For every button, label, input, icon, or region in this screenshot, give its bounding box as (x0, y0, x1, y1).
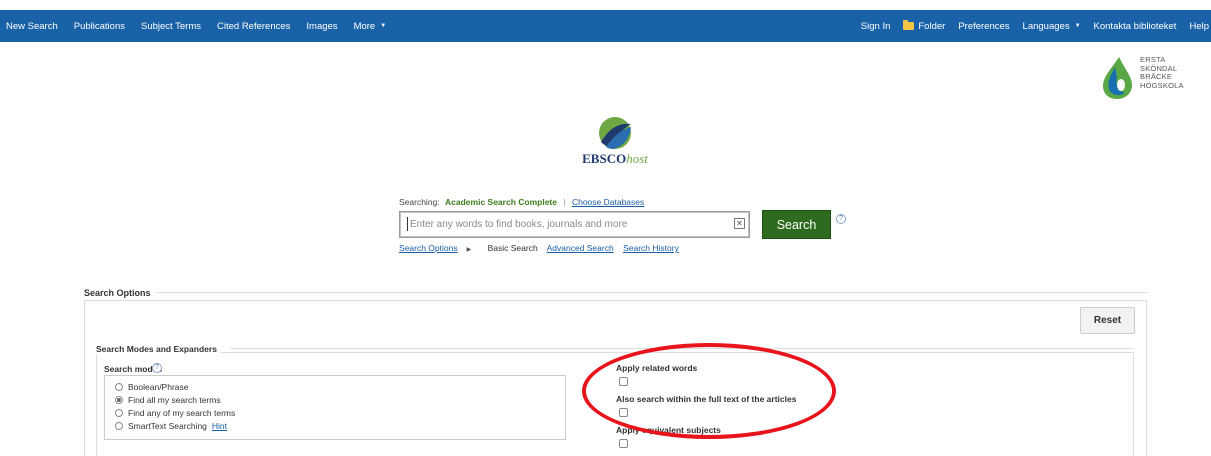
radio-button[interactable] (115, 408, 123, 417)
nav-publications[interactable]: Publications (74, 21, 125, 32)
help-icon[interactable]: ? (152, 363, 162, 373)
radio-label: Find all my search terms (128, 394, 221, 405)
nav-folder[interactable]: Folder (903, 20, 946, 32)
search-mode-find-all[interactable]: Find all my search terms (115, 393, 565, 406)
search-links: Search Options ▶ Basic Search Advanced Se… (399, 243, 686, 253)
institution-line: HÖGSKOLA (1140, 80, 1184, 90)
ebsco-wordmark: EBSCOhost (560, 151, 670, 167)
divider (157, 292, 1147, 293)
basic-search-label: Basic Search (487, 243, 538, 253)
expander-full-text-checkbox[interactable] (619, 408, 628, 417)
expander-equivalent-subjects-checkbox[interactable] (619, 439, 628, 448)
nav-images[interactable]: Images (306, 21, 337, 32)
search-input[interactable] (399, 211, 750, 238)
help-icon[interactable]: ? (836, 214, 846, 224)
close-icon[interactable]: ✕ (734, 218, 745, 229)
search-modes-expanders-title: Search Modes and Expanders (96, 344, 221, 354)
choose-databases-link[interactable]: Choose Databases (572, 197, 644, 207)
nav-preferences[interactable]: Preferences (958, 21, 1009, 32)
top-navigation-bar: New Search Publications Subject Terms Ci… (0, 10, 1211, 42)
searching-label: Searching: (399, 197, 440, 207)
hint-link[interactable]: Hint (212, 421, 227, 431)
expander-equivalent-subjects-label: Apply equivalent subjects (616, 425, 721, 435)
advanced-search-link[interactable]: Advanced Search (547, 243, 614, 253)
nav-cited-references[interactable]: Cited References (217, 21, 290, 32)
separator: | (563, 197, 566, 207)
nav-left: New Search Publications Subject Terms Ci… (0, 10, 386, 42)
nav-help[interactable]: Help (1189, 21, 1209, 32)
expanders-list: Apply related words Also search within t… (616, 363, 796, 456)
nav-sign-in[interactable]: Sign In (861, 21, 891, 32)
expander-full-text-label: Also search within the full text of the … (616, 394, 797, 404)
nav-more[interactable]: More ▼ (354, 21, 387, 32)
searching-line: Searching: Academic Search Complete | Ch… (399, 197, 644, 207)
search-mode-boolean-phrase[interactable]: Boolean/Phrase (115, 380, 565, 393)
search-mode-find-any[interactable]: Find any of my search terms (115, 406, 565, 419)
nav-folder-label: Folder (918, 20, 946, 32)
brand-name-bold: EBSCO (582, 151, 627, 166)
folder-icon (903, 20, 915, 30)
ebsco-logo-icon (599, 117, 631, 149)
chevron-down-icon: ▼ (1074, 23, 1081, 29)
database-name: Academic Search Complete (445, 197, 557, 207)
chevron-right-icon: ▶ (466, 247, 472, 253)
chevron-down-icon: ▼ (380, 23, 387, 29)
expander-related-words-checkbox[interactable] (619, 377, 628, 386)
institution-name: ERSTA SKÖNDAL BRÄCKE HÖGSKOLA (1140, 55, 1184, 90)
radio-button[interactable] (115, 382, 123, 391)
divider (230, 348, 1134, 349)
search-modes-list: Boolean/Phrase Find all my search terms … (104, 375, 566, 440)
radio-label: SmartText Searching (128, 420, 207, 431)
radio-label: Boolean/Phrase (128, 381, 189, 392)
search-options-link[interactable]: Search Options ▶ (399, 243, 478, 253)
expander-related-words-label: Apply related words (616, 363, 698, 373)
brand-name-italic: host (626, 151, 648, 166)
nav-languages[interactable]: Languages ▼ (1023, 21, 1081, 32)
search-mode-smarttext[interactable]: SmartText Searching Hint (115, 419, 565, 432)
radio-button[interactable] (115, 421, 123, 430)
search-options-label: Search Options (399, 243, 458, 253)
nav-subject-terms[interactable]: Subject Terms (141, 21, 201, 32)
nav-more-label: More (353, 20, 376, 32)
radio-label: Find any of my search terms (128, 407, 236, 418)
nav-new-search[interactable]: New Search (6, 21, 58, 32)
search-history-link[interactable]: Search History (623, 243, 679, 253)
search-button[interactable]: Search (762, 210, 831, 239)
radio-button-checked[interactable] (115, 395, 123, 404)
text-cursor (407, 217, 408, 231)
nav-contact-library[interactable]: Kontakta biblioteket (1094, 21, 1177, 32)
nav-languages-label: Languages (1022, 20, 1070, 32)
nav-right: Sign In Folder Preferences Languages ▼ K… (861, 10, 1211, 42)
reset-button[interactable]: Reset (1080, 307, 1135, 334)
search-options-title: Search Options (84, 288, 155, 298)
